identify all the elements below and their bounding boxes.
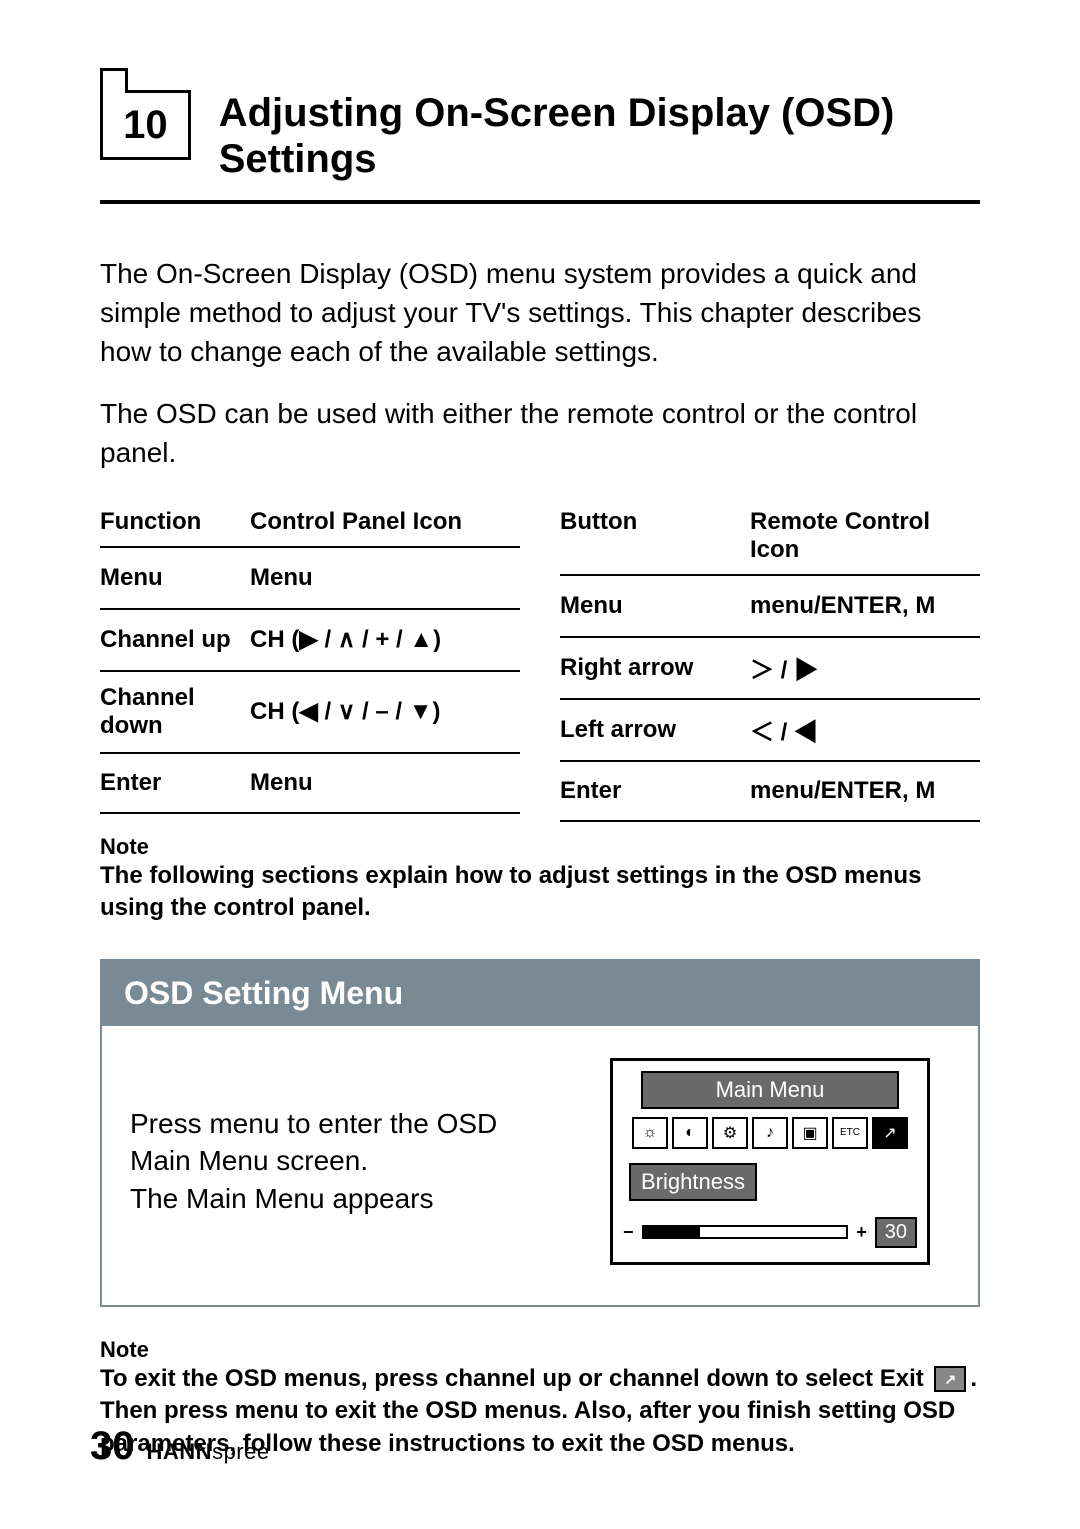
brand-bold: HANN <box>147 1439 213 1464</box>
picture-icon: ▣ <box>792 1117 828 1149</box>
intro-paragraph-1: The On-Screen Display (OSD) menu system … <box>100 254 980 372</box>
osd-screen-title: Main Menu <box>641 1071 898 1109</box>
contrast-icon: ◐ <box>672 1117 708 1149</box>
page-number: 30 <box>90 1424 135 1469</box>
th-button: Button <box>560 508 750 564</box>
brand-rest: spree <box>212 1439 270 1464</box>
table-row: Channel up CH (▶ / ∧ / + / ▲) <box>100 608 520 670</box>
cell-button: Right arrow <box>560 654 750 682</box>
cell-remote-icon: menu/ENTER, M <box>750 592 980 620</box>
chapter-header: 10 Adjusting On-Screen Display (OSD) Set… <box>100 90 980 204</box>
cell-button: Left arrow <box>560 716 750 744</box>
cell-function: Channel up <box>100 626 250 654</box>
table-row: Right arrow ＞ / ▶ <box>560 636 980 698</box>
table-row: Menu menu/ENTER, M <box>560 574 980 636</box>
slider-value: 30 <box>875 1217 917 1248</box>
osd-screen-wrap: Main Menu ☼ ◐ ⚙ ♪ ▣ ETC ↗ Brightness − <box>590 1058 950 1265</box>
settings-icon: ⚙ <box>712 1117 748 1149</box>
th-remote-icon: Remote Control Icon <box>750 508 980 564</box>
table-row: Enter Menu <box>100 752 520 814</box>
osd-setting-box: OSD Setting Menu Press menu to enter the… <box>100 959 980 1307</box>
chapter-tab-decor <box>100 68 128 93</box>
chapter-number: 10 <box>123 103 168 148</box>
brand-logo: HANNspree <box>147 1439 270 1465</box>
note2-text-a: To exit the OSD menus, press channel up … <box>100 1365 930 1392</box>
audio-icon: ♪ <box>752 1117 788 1149</box>
exit-icon: ↗ <box>934 1366 966 1392</box>
table-row: Menu Menu <box>100 546 520 608</box>
osd-instruction: Press menu to enter the OSD Main Menu sc… <box>130 1105 560 1218</box>
cell-remote-icon: ＞ / ▶ <box>750 650 980 685</box>
table-row: Channel down CH (◀ / ∨ / – / ▼) <box>100 670 520 752</box>
th-function: Function <box>100 508 250 536</box>
cell-function: Channel down <box>100 684 250 740</box>
osd-setting-label: Brightness <box>629 1163 757 1201</box>
slider-track <box>642 1225 849 1239</box>
cell-function: Menu <box>100 564 250 592</box>
table-row: Enter menu/ENTER, M <box>560 760 980 822</box>
note-1: Note The following sections explain how … <box>100 834 980 925</box>
osd-icon-row: ☼ ◐ ⚙ ♪ ▣ ETC ↗ <box>613 1117 927 1157</box>
cell-remote-icon: ＜ / ◀ <box>750 712 980 747</box>
page-footer: 30 HANNspree <box>90 1424 270 1469</box>
plus-icon: + <box>856 1222 867 1243</box>
note-text: The following sections explain how to ad… <box>100 860 980 925</box>
cell-panel-icon: Menu <box>250 769 520 797</box>
cell-panel-icon: Menu <box>250 564 520 592</box>
slider-fill <box>644 1227 701 1237</box>
cell-button: Menu <box>560 592 750 620</box>
chapter-title: Adjusting On-Screen Display (OSD) Settin… <box>219 90 980 182</box>
cell-function: Enter <box>100 769 250 797</box>
controls-table: Function Control Panel Icon Menu Menu Ch… <box>100 502 980 822</box>
brightness-icon: ☼ <box>632 1117 668 1149</box>
th-panel-icon: Control Panel Icon <box>250 508 520 536</box>
chapter-number-box: 10 <box>100 90 191 160</box>
intro-paragraph-2: The OSD can be used with either the remo… <box>100 394 980 472</box>
osd-box-title: OSD Setting Menu <box>102 961 978 1026</box>
osd-slider: − + 30 <box>613 1211 927 1262</box>
osd-main-menu-screen: Main Menu ☼ ◐ ⚙ ♪ ▣ ETC ↗ Brightness − <box>610 1058 930 1265</box>
cell-panel-icon: CH (◀ / ∨ / – / ▼) <box>250 697 520 726</box>
controls-table-left: Function Control Panel Icon Menu Menu Ch… <box>100 502 520 822</box>
cell-remote-icon: menu/ENTER, M <box>750 777 980 805</box>
exit-icon: ↗ <box>872 1117 908 1149</box>
cell-button: Enter <box>560 777 750 805</box>
controls-table-right: Button Remote Control Icon Menu menu/ENT… <box>560 502 980 822</box>
cell-panel-icon: CH (▶ / ∧ / + / ▲) <box>250 625 520 654</box>
note-label: Note <box>100 834 980 860</box>
etc-icon: ETC <box>832 1117 868 1149</box>
note-label: Note <box>100 1337 980 1363</box>
table-row: Left arrow ＜ / ◀ <box>560 698 980 760</box>
minus-icon: − <box>623 1222 634 1243</box>
